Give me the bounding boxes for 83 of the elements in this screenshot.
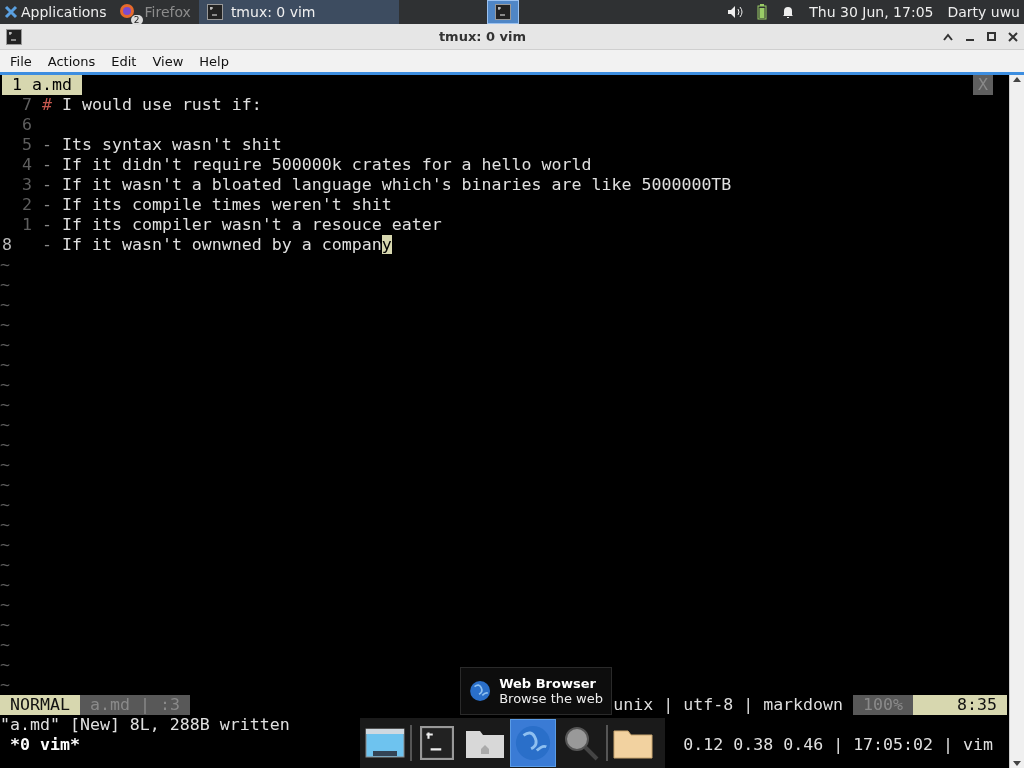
taskbar-button[interactable]: tmux: 0 vim xyxy=(198,0,399,24)
list-marker: - xyxy=(42,155,53,175)
empty-line-marker: ~ xyxy=(0,255,10,275)
user-name[interactable]: Darty uwu xyxy=(947,4,1020,20)
empty-line-marker: ~ xyxy=(0,375,10,395)
list-marker: - xyxy=(42,175,53,195)
empty-line-marker: ~ xyxy=(0,355,10,375)
empty-line-marker: ~ xyxy=(0,315,10,335)
text-line: If its compiler wasn't a resouce eater xyxy=(62,215,442,235)
empty-line-marker: ~ xyxy=(0,655,10,675)
scrollbar[interactable] xyxy=(1009,75,1024,768)
list-marker: # xyxy=(42,95,53,115)
volume-icon[interactable] xyxy=(727,5,744,19)
empty-line-marker: ~ xyxy=(0,575,10,595)
chevron-up-icon[interactable] xyxy=(943,32,953,41)
empty-line-marker: ~ xyxy=(0,675,10,695)
list-marker: - xyxy=(42,195,53,215)
line-number: 7 xyxy=(21,95,33,115)
battery-icon[interactable] xyxy=(757,4,768,20)
empty-line-marker: ~ xyxy=(0,635,10,655)
empty-line-marker: ~ xyxy=(0,515,10,535)
xfce-icon xyxy=(4,5,18,19)
text-line: Its syntax wasn't shit xyxy=(62,135,282,155)
file-format: unix | utf-8 | markdown xyxy=(612,695,845,715)
list-marker: - xyxy=(42,235,53,255)
cursor-position: 8:35 xyxy=(913,695,1007,715)
folder-icon xyxy=(613,727,653,759)
globe-icon xyxy=(469,679,492,703)
tmux-window[interactable]: *0 vim* xyxy=(0,735,80,755)
line-number: 8 xyxy=(2,235,13,255)
workspace-button[interactable] xyxy=(486,0,519,24)
empty-line-marker: ~ xyxy=(0,495,10,515)
applications-menu[interactable]: Applications xyxy=(0,0,111,24)
empty-line-marker: ~ xyxy=(0,595,10,615)
count-badge: 2 xyxy=(130,15,143,25)
line-number: 1 xyxy=(21,215,33,235)
line-number: 4 xyxy=(21,155,33,175)
tooltip-title: Web Browser xyxy=(499,676,597,691)
bell-icon[interactable] xyxy=(781,5,796,19)
empty-line-marker: ~ xyxy=(0,415,10,435)
empty-line-marker: ~ xyxy=(0,335,10,355)
text-line: If its compile times weren't shit xyxy=(62,195,392,215)
menu-item[interactable]: Edit xyxy=(103,53,145,69)
tmux-status: 0.12 0.38 0.46 | 17:05:02 | vim xyxy=(683,735,994,755)
globe-icon xyxy=(514,724,552,762)
empty-line-marker: ~ xyxy=(0,435,10,455)
line-number: 3 xyxy=(21,175,33,195)
firefox-icon xyxy=(118,3,137,21)
empty-line-marker: ~ xyxy=(0,275,10,295)
window-title: tmux: 0 vim xyxy=(437,29,528,44)
text-line: If it didn't require 500000k crates for a hello world xyxy=(62,155,592,175)
menu-item[interactable]: File xyxy=(2,53,40,69)
empty-line-marker: ~ xyxy=(0,395,10,415)
close-icon[interactable] xyxy=(1008,31,1018,42)
menu-item[interactable]: View xyxy=(144,53,192,69)
text-line: If it wasn't a bloated language which's binaries are like 5000000TB xyxy=(62,175,732,195)
scroll-down-icon[interactable] xyxy=(1012,760,1022,768)
terminal-icon xyxy=(6,28,22,45)
empty-line-marker: ~ xyxy=(0,615,10,635)
mode-indicator: NORMAL xyxy=(0,695,80,715)
text-line: If it wasn't ownwned by a company xyxy=(62,235,392,255)
empty-line-marker: ~ xyxy=(0,555,10,575)
list-marker: - xyxy=(42,135,53,155)
line-number: 6 xyxy=(21,115,33,135)
line-number: 5 xyxy=(21,135,33,155)
empty-line-marker: ~ xyxy=(0,475,10,495)
empty-line-marker: ~ xyxy=(0,455,10,475)
menu-item[interactable]: Help xyxy=(191,53,237,69)
line-number: 2 xyxy=(21,195,33,215)
terminal-icon xyxy=(494,4,511,20)
clock[interactable]: Thu 30 Jun, 17:05 xyxy=(809,4,934,20)
list-marker: - xyxy=(42,215,53,235)
terminal-icon xyxy=(206,4,223,20)
buffer-tab[interactable]: 1 a.md xyxy=(2,75,82,95)
command-message: "a.md" [New] 8L, 288B written xyxy=(0,715,290,735)
tooltip-text: Browse the web xyxy=(499,691,603,706)
desktop-icon xyxy=(365,727,405,759)
maximize-icon[interactable] xyxy=(987,32,996,41)
menu-item[interactable]: Actions xyxy=(39,53,104,69)
terminal-icon xyxy=(420,726,454,760)
empty-line-marker: ~ xyxy=(0,535,10,555)
text-line: I would use rust if: xyxy=(62,95,262,115)
empty-line-marker: ~ xyxy=(0,295,10,315)
